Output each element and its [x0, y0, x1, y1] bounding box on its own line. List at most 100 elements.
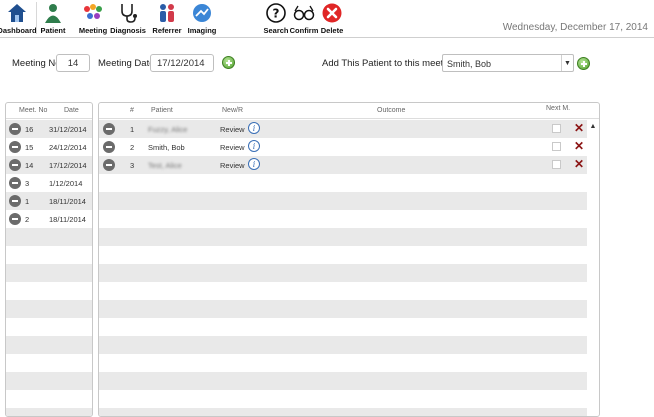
imaging-button[interactable]: Imaging [188, 0, 216, 36]
meetings-header: Meet. No Date [6, 103, 92, 119]
patient-label: Patient [40, 26, 66, 35]
meeting-row[interactable]: 3 1/12/2014 [6, 174, 92, 192]
header-date: Date [64, 107, 79, 114]
empty-row [6, 318, 92, 336]
empty-row [99, 282, 587, 300]
open-patient-icon[interactable] [103, 123, 115, 135]
meeting-row-date: 31/12/2014 [49, 125, 87, 134]
home-icon [8, 4, 26, 22]
open-meeting-icon[interactable] [9, 195, 21, 207]
patient-select-value: Smith, Bob [447, 59, 492, 69]
info-icon[interactable]: i [248, 122, 260, 134]
meeting-row[interactable]: 16 31/12/2014 [6, 120, 92, 138]
meeting-row-no: 15 [25, 143, 34, 152]
header-patient: Patient [151, 107, 173, 114]
patient-button[interactable]: Patient [40, 0, 66, 36]
meeting-button[interactable]: Meeting [78, 0, 108, 36]
empty-row [6, 336, 92, 354]
open-patient-icon[interactable] [103, 141, 115, 153]
empty-row [6, 390, 92, 408]
empty-row [99, 228, 587, 246]
patient-row[interactable]: 3 Test, Alice Review i ✕ [99, 156, 587, 174]
referrer-button[interactable]: Referrer [152, 0, 182, 36]
patient-icon [45, 4, 61, 23]
open-meeting-icon[interactable] [9, 123, 21, 135]
patient-row-type: Review [220, 143, 245, 152]
meeting-date-label: Meeting Date: [98, 58, 158, 69]
meeting-row-no: 14 [25, 161, 34, 170]
imaging-label: Imaging [187, 26, 217, 35]
remove-patient-icon[interactable]: ✕ [574, 121, 584, 135]
open-patient-icon[interactable] [103, 159, 115, 171]
patients-header: # Patient New/R Outcome Next M. [99, 103, 599, 119]
imaging-icon [193, 4, 211, 22]
meeting-row[interactable]: 2 18/11/2014 [6, 210, 92, 228]
next-meeting-checkbox[interactable] [552, 142, 561, 151]
patient-row-num: 1 [130, 125, 135, 134]
confirm-button[interactable]: Confirm [290, 0, 318, 36]
patient-row-num: 3 [130, 161, 135, 170]
dashboard-button[interactable]: Dashboard [0, 0, 37, 36]
add-meeting-button[interactable] [222, 56, 235, 69]
patient-select[interactable]: Smith, Bob ▼ [442, 54, 574, 72]
empty-row [99, 174, 587, 192]
info-icon[interactable]: i [248, 140, 260, 152]
header-meet-no: Meet. No [19, 107, 48, 114]
meeting-row[interactable]: 14 17/12/2014 [6, 156, 92, 174]
empty-row [6, 264, 92, 282]
glasses-icon [293, 5, 315, 21]
search-button[interactable]: ? Search [263, 0, 289, 36]
empty-row [6, 354, 92, 372]
add-patient-label: Add This Patient to this meeting: [322, 58, 459, 69]
search-label: Search [263, 26, 289, 35]
meeting-no-field[interactable]: 14 [56, 54, 90, 72]
diagnosis-button[interactable]: Diagnosis [110, 0, 146, 36]
meeting-row[interactable]: 1 18/11/2014 [6, 192, 92, 210]
help-search-icon: ? [266, 3, 286, 23]
meeting-icon [84, 4, 102, 19]
delete-label: Delete [320, 26, 344, 35]
meetings-rows: 16 31/12/2014 15 24/12/2014 14 17/12/201… [6, 120, 92, 416]
empty-row [6, 228, 92, 246]
empty-row [99, 372, 587, 390]
delete-button[interactable]: Delete [320, 0, 344, 36]
meeting-row-no: 3 [25, 179, 30, 188]
next-meeting-checkbox[interactable] [552, 124, 561, 133]
meeting-date-field[interactable]: 17/12/2014 [150, 54, 214, 72]
meeting-label: Meeting [78, 26, 108, 35]
delete-icon [322, 3, 342, 23]
remove-patient-icon[interactable]: ✕ [574, 157, 584, 171]
empty-row [99, 210, 587, 228]
next-meeting-checkbox[interactable] [552, 160, 561, 169]
meeting-row-date: 18/11/2014 [49, 215, 86, 224]
info-icon[interactable]: i [248, 158, 260, 170]
confirm-label: Confirm [289, 26, 319, 35]
patient-row[interactable]: 2 Smith, Bob Review i ✕ [99, 138, 587, 156]
meeting-patients-panel: # Patient New/R Outcome Next M. ▲ 1 Fuzz… [98, 102, 600, 417]
patient-row[interactable]: 1 Fuzzy, Alice Review i ✕ [99, 120, 587, 138]
meeting-row[interactable]: 15 24/12/2014 [6, 138, 92, 156]
empty-row [6, 408, 92, 416]
empty-row [99, 354, 587, 372]
patient-row-name: Fuzzy, Alice [148, 125, 188, 134]
remove-patient-icon[interactable]: ✕ [574, 139, 584, 153]
add-patient-button[interactable] [577, 57, 590, 70]
empty-row [99, 192, 587, 210]
empty-row [99, 300, 587, 318]
open-meeting-icon[interactable] [9, 141, 21, 153]
meetings-panel: Meet. No Date 16 31/12/2014 15 24/12/201… [5, 102, 93, 417]
referrer-icon [160, 4, 174, 22]
empty-row [99, 336, 587, 354]
patient-row-num: 2 [130, 143, 135, 152]
patient-row-type: Review [220, 125, 245, 134]
empty-row [99, 264, 587, 282]
open-meeting-icon[interactable] [9, 159, 21, 171]
scroll-up-arrow[interactable]: ▲ [588, 121, 598, 131]
open-meeting-icon[interactable] [9, 177, 21, 189]
empty-row [99, 318, 587, 336]
dashboard-label: Dashboard [0, 26, 37, 35]
chevron-down-icon[interactable]: ▼ [561, 55, 573, 71]
open-meeting-icon[interactable] [9, 213, 21, 225]
patients-rows: 1 Fuzzy, Alice Review i ✕ 2 Smith, Bob R… [99, 120, 587, 416]
meeting-row-date: 18/11/2014 [49, 197, 86, 206]
